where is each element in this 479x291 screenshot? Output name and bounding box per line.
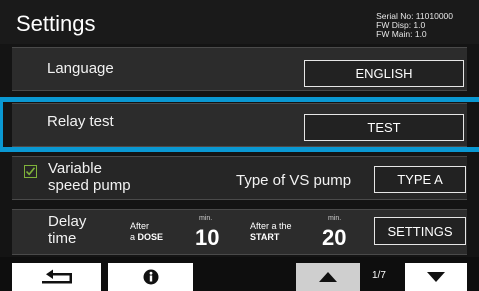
page-indicator: 1/7 (372, 270, 386, 281)
after-dose-label: After a DOSE (130, 221, 163, 243)
firmware-info: Serial No: 11010000 FW Disp: 1.0 FW Main… (376, 12, 453, 39)
delay-settings-button[interactable]: SETTINGS (374, 217, 466, 245)
vs-pump-type-button[interactable]: TYPE A (374, 166, 466, 193)
arrow-up-icon (319, 272, 337, 282)
after-dose-line2: a DOSE (130, 232, 163, 243)
fw-main-version: FW Main: 1.0 (376, 29, 427, 39)
delay-time-label: Delay time (48, 213, 86, 247)
language-button[interactable]: ENGLISH (304, 60, 464, 87)
delay-label-line2: time (48, 230, 77, 247)
after-start-line1: After a the (250, 221, 292, 231)
start-delay-value[interactable]: 20 (322, 225, 346, 251)
after-start-label: After a the START (250, 221, 292, 243)
language-label: Language (47, 60, 114, 77)
page-up-button[interactable] (296, 263, 360, 291)
variable-speed-label: Variable speed pump (48, 160, 131, 194)
after-dose-bold: DOSE (137, 232, 164, 242)
language-row: Language ENGLISH (12, 47, 467, 91)
relay-test-label: Relay test (47, 113, 114, 130)
checkmark-icon (25, 167, 36, 176)
page-title: Settings (16, 11, 96, 36)
variable-speed-label-line2: speed pump (48, 177, 131, 194)
return-arrow-icon (41, 269, 72, 284)
settings-screen: Settings Serial No: 11010000 FW Disp: 1.… (0, 0, 479, 291)
dose-unit: min. (199, 215, 213, 222)
after-start-line2: START (250, 232, 280, 242)
relay-test-button[interactable]: TEST (304, 114, 464, 141)
start-unit: min. (328, 215, 342, 222)
back-button[interactable] (12, 263, 101, 291)
arrow-down-icon (427, 272, 445, 282)
after-dose-prefix: a (130, 232, 136, 242)
delay-label-line1: Delay (48, 213, 87, 230)
info-button[interactable] (108, 263, 193, 291)
variable-speed-checkbox[interactable] (24, 165, 37, 178)
header-bar: Settings Serial No: 11010000 FW Disp: 1.… (0, 0, 479, 44)
after-dose-line1: After (130, 221, 150, 231)
relay-test-row: Relay test TEST (12, 103, 467, 147)
page-down-button[interactable] (405, 263, 467, 291)
dose-delay-value[interactable]: 10 (195, 225, 219, 251)
vs-pump-type-label: Type of VS pump (236, 172, 352, 189)
info-icon (143, 269, 158, 285)
variable-speed-label-line1: Variable (48, 160, 102, 177)
